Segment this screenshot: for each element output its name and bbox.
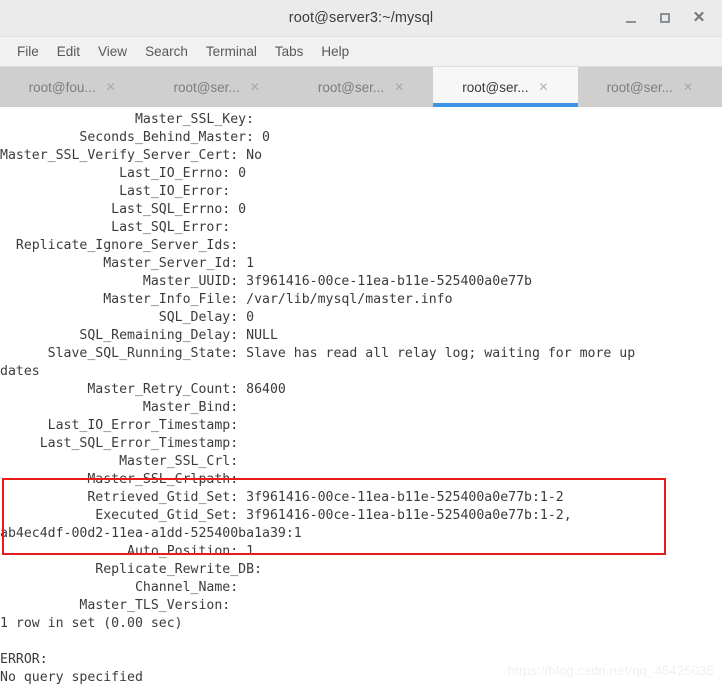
tab-close-icon[interactable]: ✕ xyxy=(106,81,116,93)
terminal-line: dates xyxy=(0,364,40,379)
menu-item-tabs[interactable]: Tabs xyxy=(266,42,313,61)
terminal-text: Master_SSL_Key: Seconds_Behind_Master: 0… xyxy=(0,111,722,686)
tab-1[interactable]: root@ser... ✕ xyxy=(144,67,289,107)
maximize-button[interactable] xyxy=(648,3,682,33)
terminal-line: Master_SSL_Crlpath: xyxy=(0,472,247,487)
menubar: File Edit View Search Terminal Tabs Help xyxy=(0,37,722,67)
terminal-line: Last_IO_Error: xyxy=(0,184,239,199)
terminal-line: Master_SSL_Key: xyxy=(0,112,263,127)
tab-3-active[interactable]: root@ser... ✕ xyxy=(433,67,579,107)
terminal-line: 1 row in set (0.00 sec) xyxy=(0,616,183,631)
terminal-line: Retrieved_Gtid_Set: 3f961416-00ce-11ea-b… xyxy=(0,490,564,505)
tab-close-icon[interactable]: ✕ xyxy=(250,81,260,93)
terminal-line: Master_UUID: 3f961416-00ce-11ea-b11e-525… xyxy=(0,274,532,289)
terminal-line: Last_SQL_Errno: 0 xyxy=(0,202,247,217)
terminal-line: Slave_SQL_Running_State: Slave has read … xyxy=(0,346,636,361)
terminal-line: Master_TLS_Version: xyxy=(0,598,239,613)
menu-item-terminal[interactable]: Terminal xyxy=(197,42,266,61)
close-button[interactable]: ✕ xyxy=(682,3,716,33)
terminal-line: Auto_Position: 1 xyxy=(0,544,255,559)
tab-close-icon[interactable]: ✕ xyxy=(683,81,693,93)
terminal-line: Master_SSL_Verify_Server_Cert: No xyxy=(0,148,263,163)
menu-item-help[interactable]: Help xyxy=(312,42,358,61)
terminal-output-area[interactable]: Master_SSL_Key: Seconds_Behind_Master: 0… xyxy=(0,107,722,686)
tab-label: root@fou... xyxy=(28,79,96,95)
watermark-text: https://blog.csdn.net/qq_45425035 xyxy=(507,663,714,678)
tab-label: root@ser... xyxy=(317,79,385,95)
close-icon: ✕ xyxy=(692,9,706,26)
terminal-line: Seconds_Behind_Master: 0 xyxy=(0,130,270,145)
window-titlebar: root@server3:~/mysql ✕ xyxy=(0,0,722,37)
window-controls: ✕ xyxy=(614,0,716,36)
terminal-line: Replicate_Ignore_Server_Ids: xyxy=(0,238,247,253)
tab-label: root@ser... xyxy=(606,79,673,95)
terminal-line: Last_IO_Errno: 0 xyxy=(0,166,247,181)
tab-2[interactable]: root@ser... ✕ xyxy=(288,67,434,107)
terminal-line: Last_SQL_Error: xyxy=(0,220,239,235)
terminal-line: Last_SQL_Error_Timestamp: xyxy=(0,436,247,451)
tab-label: root@ser... xyxy=(173,79,240,95)
terminal-window: root@server3:~/mysql ✕ File Edit View Se… xyxy=(0,0,722,686)
tab-close-icon[interactable]: ✕ xyxy=(539,81,549,93)
terminal-line: Master_Bind: xyxy=(0,400,247,415)
terminal-line: ab4ec4df-00d2-11ea-a1dd-525400ba1a39:1 xyxy=(0,526,302,541)
terminal-line: Replicate_Rewrite_DB: xyxy=(0,562,270,577)
terminal-line: Master_Retry_Count: 86400 xyxy=(0,382,286,397)
terminal-line: SQL_Delay: 0 xyxy=(0,310,255,325)
tab-label: root@ser... xyxy=(462,79,529,95)
tab-4[interactable]: root@ser... ✕ xyxy=(577,67,722,107)
menu-item-file[interactable]: File xyxy=(8,42,48,61)
terminal-line: Channel_Name: xyxy=(0,580,247,595)
menu-item-edit[interactable]: Edit xyxy=(48,42,89,61)
window-title: root@server3:~/mysql xyxy=(288,10,434,26)
minimize-button[interactable] xyxy=(614,3,648,33)
minimize-icon xyxy=(626,20,636,23)
terminal-line: Executed_Gtid_Set: 3f961416-00ce-11ea-b1… xyxy=(0,508,572,523)
tab-0[interactable]: root@fou... ✕ xyxy=(0,67,145,107)
tab-close-icon[interactable]: ✕ xyxy=(394,81,404,93)
terminal-line: Master_Server_Id: 1 xyxy=(0,256,255,271)
menu-item-view[interactable]: View xyxy=(89,42,136,61)
terminal-line: Master_SSL_Crl: xyxy=(0,454,247,469)
menu-item-search[interactable]: Search xyxy=(136,42,197,61)
terminal-line: SQL_Remaining_Delay: NULL xyxy=(0,328,278,343)
terminal-line: Master_Info_File: /var/lib/mysql/master.… xyxy=(0,292,453,307)
maximize-icon xyxy=(660,13,670,23)
terminal-line: Last_IO_Error_Timestamp: xyxy=(0,418,247,433)
tabbar: root@fou... ✕ root@ser... ✕ root@ser... … xyxy=(0,67,722,107)
